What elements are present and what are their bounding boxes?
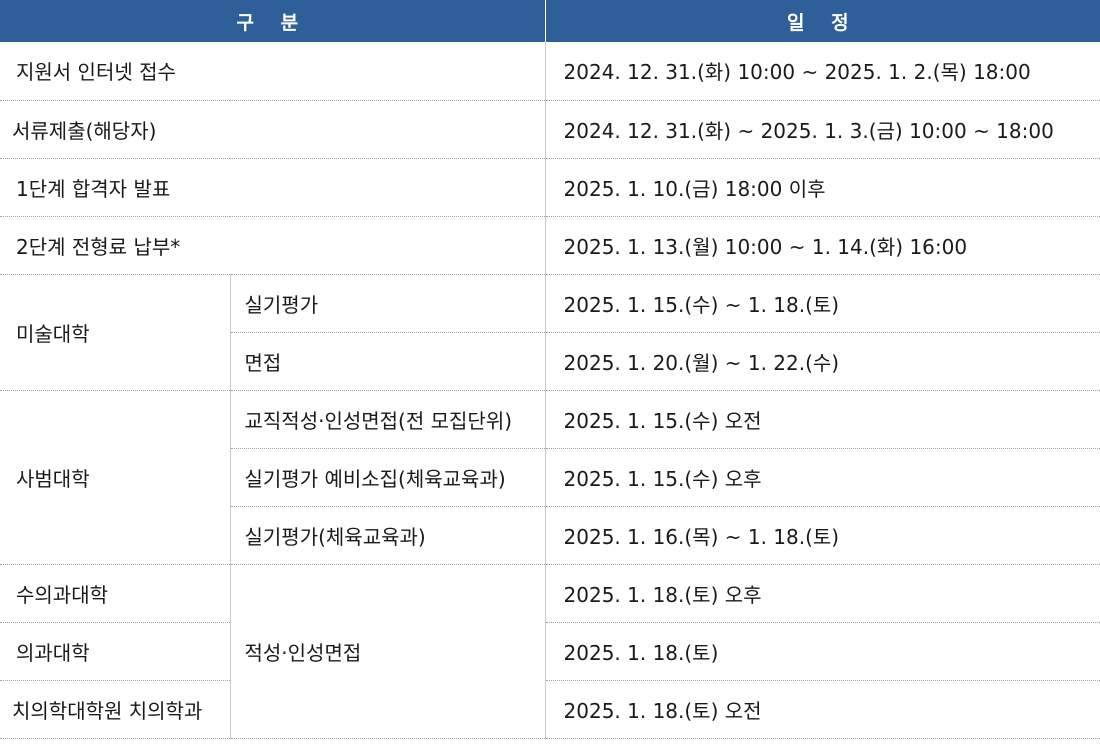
date-dentistry: 2025. 1. 18.(토) 오전 [544,680,1100,739]
row-date-documents: 2024. 12. 31.(화) ~ 2025. 1. 3.(금) 10:00 … [544,100,1100,159]
sub-label-edu-aptitude: 교직적성·인성면접(전 모집단위) [229,390,546,449]
sub-label-med-interview: 적성·인성면접 [229,564,546,739]
label-vet: 수의과대학 [0,564,230,623]
table-row: 2단계 전형료 납부* 2025. 1. 13.(월) 10:00 ~ 1. 1… [0,216,1100,275]
table-header-row: 구 분 일 정 [0,0,1100,42]
admission-schedule-table: 구 분 일 정 지원서 인터넷 접수 2024. 12. 31.(화) 10:0… [0,0,1100,739]
date-vet: 2025. 1. 18.(토) 오후 [544,564,1100,623]
group-label-education: 사범대학 [0,390,230,565]
date-medicine: 2025. 1. 18.(토) [544,622,1100,681]
date-edu-aptitude: 2025. 1. 15.(수) 오전 [544,390,1100,449]
sub-label-art-practical: 실기평가 [229,274,546,333]
sub-label-edu-practical: 실기평가(체육교육과) [229,506,546,565]
row-date-application: 2024. 12. 31.(화) 10:00 ~ 2025. 1. 2.(목) … [544,42,1100,101]
sub-label-edu-prelim: 실기평가 예비소집(체육교육과) [229,448,546,507]
table-row: 사범대학 교직적성·인성면접(전 모집단위) 2025. 1. 15.(수) 오… [0,390,1100,565]
row-label-documents: 서류제출(해당자) [0,100,546,159]
row-label-stage1-result: 1단계 합격자 발표 [0,158,546,217]
schedule-table-container: 구 분 일 정 지원서 인터넷 접수 2024. 12. 31.(화) 10:0… [0,0,1100,752]
label-medicine: 의과대학 [0,622,230,681]
row-date-stage1-result: 2025. 1. 10.(금) 18:00 이후 [544,158,1100,217]
table-row: 의과대학 2025. 1. 18.(토) [0,622,1100,681]
date-edu-practical: 2025. 1. 16.(목) ~ 1. 18.(토) [544,506,1100,565]
table-row: 치의학대학원 치의학과 2025. 1. 18.(토) 오전 [0,680,1100,739]
header-category: 구 분 [0,0,546,42]
table-row: 1단계 합격자 발표 2025. 1. 10.(금) 18:00 이후 [0,158,1100,217]
date-art-practical: 2025. 1. 15.(수) ~ 1. 18.(토) [544,274,1100,333]
table-row: 미술대학 실기평가 2025. 1. 15.(수) ~ 1. 18.(토) [0,274,1100,391]
table-row: 수의과대학 적성·인성면접 2025. 1. 18.(토) 오후 [0,564,1100,739]
table-row: 지원서 인터넷 접수 2024. 12. 31.(화) 10:00 ~ 2025… [0,42,1100,101]
table-row: 서류제출(해당자) 2024. 12. 31.(화) ~ 2025. 1. 3.… [0,100,1100,159]
date-edu-prelim: 2025. 1. 15.(수) 오후 [544,448,1100,507]
header-schedule: 일 정 [545,0,1100,42]
label-dentistry: 치의학대학원 치의학과 [0,680,230,739]
row-label-application: 지원서 인터넷 접수 [0,42,546,101]
date-art-interview: 2025. 1. 20.(월) ~ 1. 22.(수) [544,332,1100,391]
row-date-stage2-fee: 2025. 1. 13.(월) 10:00 ~ 1. 14.(화) 16:00 [544,216,1100,275]
group-label-art: 미술대학 [0,274,230,391]
row-label-stage2-fee: 2단계 전형료 납부* [0,216,546,275]
sub-label-art-interview: 면접 [229,332,546,391]
